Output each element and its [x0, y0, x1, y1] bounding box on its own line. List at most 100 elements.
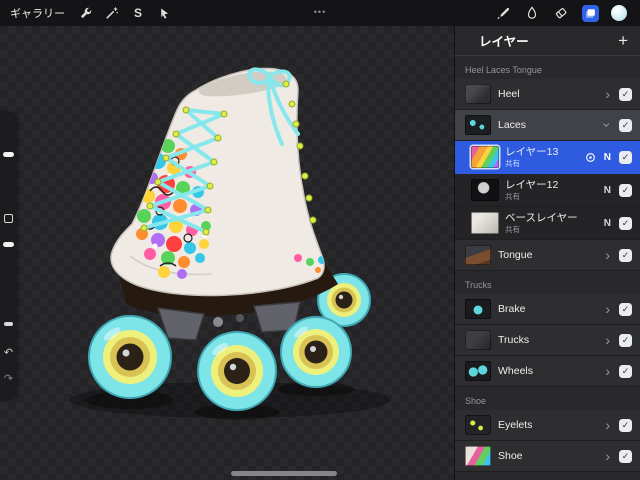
- layer-subtitle: 共有: [505, 159, 520, 169]
- check-icon: ✓: [621, 303, 630, 314]
- layer-subtitle: 共有: [505, 225, 520, 235]
- check-icon: ✓: [621, 217, 630, 228]
- layers-panel-header: レイヤー +: [455, 26, 640, 56]
- layer-row-brake[interactable]: Brake › ✓: [455, 294, 640, 325]
- layer-subtitle: 共有: [505, 192, 520, 202]
- chevron-right-icon[interactable]: ›: [603, 418, 612, 432]
- visibility-checkbox[interactable]: ✓: [619, 333, 632, 347]
- layer-thumbnail: [465, 415, 491, 435]
- blend-mode-button[interactable]: N: [602, 152, 613, 163]
- gallery-button[interactable]: ギャラリー: [10, 5, 65, 21]
- adjustments-wand-icon[interactable]: [99, 0, 125, 26]
- check-icon: ✓: [621, 419, 630, 430]
- chevron-right-icon[interactable]: ›: [603, 364, 612, 378]
- visibility-checkbox[interactable]: ✓: [619, 364, 632, 378]
- layer-options-icon[interactable]: [585, 152, 596, 163]
- visibility-checkbox[interactable]: ✓: [619, 216, 632, 230]
- multitask-menu-icon[interactable]: •••: [314, 7, 326, 17]
- chevron-right-icon[interactable]: ›: [603, 302, 612, 316]
- paint-brush-icon[interactable]: [490, 0, 516, 26]
- redo-button[interactable]: ↷: [0, 374, 17, 385]
- home-indicator[interactable]: [231, 471, 337, 476]
- add-layer-button[interactable]: +: [618, 28, 628, 54]
- layer-meta: ベースレイヤー 共有: [505, 212, 596, 235]
- slider-handle[interactable]: [4, 322, 13, 326]
- layer-meta: レイヤー12 共有: [505, 179, 596, 202]
- brush-size-slider-handle[interactable]: [3, 152, 14, 157]
- smudge-icon[interactable]: [519, 0, 545, 26]
- layer-thumbnail: [465, 245, 491, 265]
- visibility-checkbox[interactable]: ✓: [619, 87, 632, 101]
- brush-opacity-slider-handle[interactable]: [3, 242, 14, 247]
- layer-thumbnail: [471, 146, 499, 168]
- chevron-right-icon[interactable]: ›: [603, 449, 612, 463]
- visibility-checkbox[interactable]: ✓: [619, 118, 632, 132]
- visibility-checkbox[interactable]: ✓: [619, 248, 632, 262]
- color-swatch: [611, 5, 627, 21]
- layer-row-base[interactable]: ベースレイヤー 共有 N ✓: [455, 207, 640, 240]
- chevron-right-icon[interactable]: ›: [603, 248, 612, 262]
- erase-icon[interactable]: [548, 0, 574, 26]
- layer-row-shoe[interactable]: Shoe › ✓: [455, 441, 640, 472]
- layer-row-tongue[interactable]: Tongue › ✓: [455, 240, 640, 271]
- layer-label: Heel: [498, 88, 520, 100]
- check-icon: ✓: [621, 450, 630, 461]
- section-header-shoe: Shoe: [455, 387, 640, 410]
- undo-button[interactable]: ↶: [0, 348, 17, 359]
- visibility-checkbox[interactable]: ✓: [619, 302, 632, 316]
- check-icon: ✓: [621, 119, 630, 130]
- blend-mode-button[interactable]: N: [602, 218, 613, 229]
- layer-thumbnail: [471, 212, 499, 234]
- layer-row-layer13[interactable]: レイヤー13 共有 N ✓: [455, 141, 640, 174]
- layer-label: Eyelets: [498, 419, 533, 431]
- layers-panel-title: レイヤー: [479, 35, 529, 49]
- wheel-front-center: [197, 331, 277, 411]
- layer-row-heel[interactable]: Heel › ✓: [455, 79, 640, 110]
- check-icon: ✓: [621, 334, 630, 345]
- layer-label: Shoe: [498, 450, 523, 462]
- actions-wrench-icon[interactable]: [73, 0, 99, 26]
- layer-thumbnail: [465, 84, 491, 104]
- visibility-checkbox[interactable]: ✓: [619, 418, 632, 432]
- layer-row-wheels[interactable]: Wheels › ✓: [455, 356, 640, 387]
- color-icon[interactable]: [606, 0, 632, 26]
- wheel-front-left: [88, 315, 172, 399]
- section-label: Heel Laces Tongue: [465, 65, 542, 75]
- visibility-checkbox[interactable]: ✓: [619, 449, 632, 463]
- layer-thumbnail: [465, 330, 491, 350]
- layer-label: ベースレイヤー: [505, 211, 578, 224]
- section-label: Shoe: [465, 396, 487, 406]
- layers-list: Heel Laces Tongue Heel › ✓ Laces › ✓ レイヤ…: [455, 56, 640, 472]
- app-window: ギャラリー S ••• ↶ ↷ レイヤー + Heel Laces Tongue…: [0, 0, 640, 480]
- layer-thumbnail: [465, 446, 491, 466]
- visibility-checkbox[interactable]: ✓: [619, 150, 632, 164]
- layers-panel: レイヤー + Heel Laces Tongue Heel › ✓ Laces …: [454, 26, 640, 480]
- canvas[interactable]: [0, 26, 454, 480]
- visibility-checkbox[interactable]: ✓: [619, 183, 632, 197]
- chevron-down-icon[interactable]: ›: [600, 121, 616, 130]
- chevron-right-icon[interactable]: ›: [603, 333, 612, 347]
- layer-row-layer12[interactable]: レイヤー12 共有 N ✓: [455, 174, 640, 207]
- check-icon: ✓: [621, 249, 630, 260]
- sidebar-modify-button[interactable]: [4, 214, 13, 223]
- layer-row-eyelets[interactable]: Eyelets › ✓: [455, 410, 640, 441]
- layer-row-laces[interactable]: Laces › ✓: [455, 110, 640, 141]
- layer-label: Brake: [498, 303, 526, 315]
- blend-mode-button[interactable]: N: [602, 185, 613, 196]
- brush-sidebar: ↶ ↷: [0, 112, 17, 400]
- chevron-right-icon[interactable]: ›: [603, 87, 612, 101]
- section-label: Trucks: [465, 280, 492, 290]
- layer-thumbnail: [465, 115, 491, 135]
- layer-label: レイヤー12: [505, 178, 559, 191]
- check-icon: ✓: [621, 184, 630, 195]
- layer-thumbnail: [465, 299, 491, 319]
- layer-label: Tongue: [498, 249, 533, 261]
- selection-icon[interactable]: S: [125, 0, 151, 26]
- check-icon: ✓: [621, 365, 630, 376]
- layer-thumbnail: [465, 361, 491, 381]
- layers-icon[interactable]: [577, 0, 603, 26]
- layer-meta: レイヤー13 共有: [505, 146, 579, 169]
- transform-arrow-icon[interactable]: [151, 0, 177, 26]
- layer-row-trucks[interactable]: Trucks › ✓: [455, 325, 640, 356]
- topbar: ギャラリー S •••: [0, 0, 640, 26]
